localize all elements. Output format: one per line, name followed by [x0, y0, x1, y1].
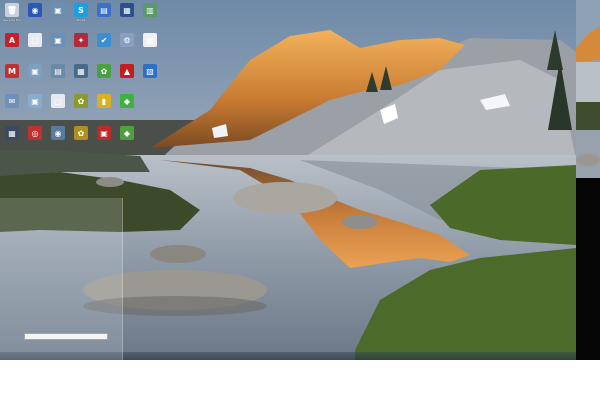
desktop-icon[interactable]: ▤: [139, 31, 161, 55]
second-monitor-sliver: [576, 0, 600, 178]
app-icon: ▤: [143, 33, 157, 47]
app-icon: ▥: [143, 3, 157, 17]
app-icon: ▣: [97, 126, 111, 140]
app-icon: ▣: [51, 33, 65, 47]
desktop-icon[interactable]: ▤: [93, 1, 115, 25]
desktop-icon[interactable]: ✿: [70, 92, 92, 116]
app-icon: ✿: [74, 126, 88, 140]
desktop-icon-label: [137, 79, 163, 84]
desktop-icon[interactable]: ✿: [70, 124, 92, 148]
desktop-icon[interactable]: ▣: [93, 124, 115, 148]
desktop-icon[interactable]: ▲: [116, 62, 138, 86]
app-icon: S: [74, 3, 88, 17]
app-icon: ▣: [28, 94, 42, 108]
app-icon: ▦: [120, 3, 134, 17]
desktop-icon[interactable]: M: [1, 62, 23, 86]
app-icon: ▲: [120, 64, 134, 78]
desktop-icon[interactable]: 🗑 Recycle Bin: [1, 1, 23, 25]
desktop-icon[interactable]: ✿: [93, 62, 115, 86]
desktop-icon[interactable]: ▦: [116, 1, 138, 25]
app-icon: A: [5, 33, 19, 47]
desktop-icon[interactable]: ◆: [116, 92, 138, 116]
desktop-icon[interactable]: ▧: [139, 62, 161, 86]
app-icon: ⚙: [120, 33, 134, 47]
desktop-icon[interactable]: ◉: [24, 1, 46, 25]
desktop-icon-label: [114, 109, 140, 114]
desktop[interactable]: 🗑 Recycle Bin ◉ ▣ S Skype ▤ ▦ ▥ A ▢ ▣ ✦ ✔ ⚙ ▤ M ▣ ▤ ▦ ✿ ▲ ▧ ✉ ▣ ▢…: [0, 0, 576, 360]
desktop-icon[interactable]: ▢: [24, 31, 46, 55]
second-monitor-black-area: [576, 178, 600, 360]
app-icon: ◉: [28, 3, 42, 17]
app-icon: ▦: [5, 126, 19, 140]
app-icon: ◉: [51, 126, 65, 140]
desktop-icon[interactable]: ▢: [47, 92, 69, 116]
app-icon: ✔: [97, 33, 111, 47]
app-icon: ▤: [51, 64, 65, 78]
app-icon: ▮: [97, 94, 111, 108]
app-icon: ▧: [143, 64, 157, 78]
desktop-icon[interactable]: ▦: [1, 124, 23, 148]
desktop-icon[interactable]: ◎: [24, 124, 46, 148]
app-icon: ▢: [51, 94, 65, 108]
desktop-icon[interactable]: ⚙: [116, 31, 138, 55]
peek-tooltip: [24, 333, 108, 340]
desktop-icon[interactable]: ▣: [24, 92, 46, 116]
desktop-icon[interactable]: S Skype: [70, 1, 92, 25]
desktop-icon[interactable]: ▥: [139, 1, 161, 25]
app-icon: ◆: [120, 94, 134, 108]
desktop-icon[interactable]: ▣: [24, 62, 46, 86]
desktop-icon[interactable]: ▣: [47, 1, 69, 25]
app-icon: ▣: [51, 3, 65, 17]
app-icon: ✿: [97, 64, 111, 78]
app-icon: ✦: [74, 33, 88, 47]
app-icon: ✉: [5, 94, 19, 108]
desktop-icon[interactable]: ✦: [70, 31, 92, 55]
desktop-icon[interactable]: ▤: [47, 62, 69, 86]
desktop-icon[interactable]: A: [1, 31, 23, 55]
desktop-icon[interactable]: ◆: [116, 124, 138, 148]
desktop-icon[interactable]: ✔: [93, 31, 115, 55]
desktop-icon[interactable]: ◉: [47, 124, 69, 148]
desktop-icon-label: [137, 48, 163, 53]
app-icon: ◎: [28, 126, 42, 140]
app-icon: ▢: [28, 33, 42, 47]
blank-area: [0, 360, 600, 400]
desktop-icon[interactable]: ✉: [1, 92, 23, 116]
app-icon: ▦: [74, 64, 88, 78]
app-icon: ✿: [74, 94, 88, 108]
app-icon: ▣: [28, 64, 42, 78]
desktop-icon[interactable]: ▦: [70, 62, 92, 86]
desktop-icon-label: [114, 141, 140, 146]
desktop-icon[interactable]: ▮: [93, 92, 115, 116]
app-icon: 🗑: [5, 3, 19, 17]
app-icon: ◆: [120, 126, 134, 140]
desktop-icon-label: [137, 18, 163, 23]
desktop-icon[interactable]: ▣: [47, 31, 69, 55]
app-icon: M: [5, 64, 19, 78]
app-icon: ▤: [97, 3, 111, 17]
